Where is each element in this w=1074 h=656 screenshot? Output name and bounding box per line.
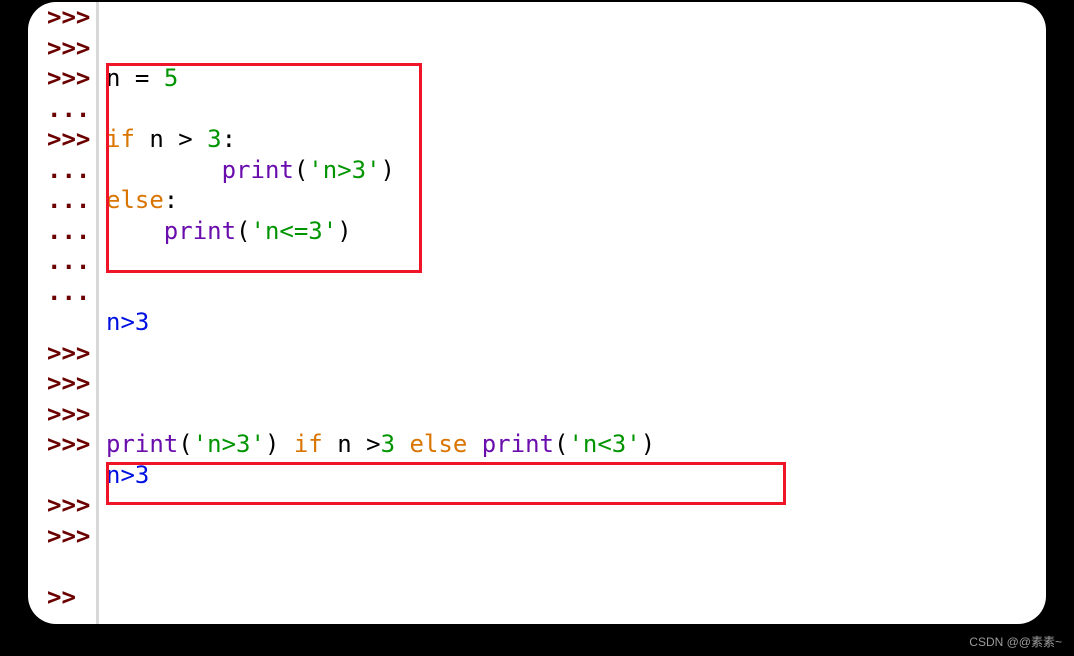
prompt: >>> xyxy=(28,63,96,94)
terminal-line: ... xyxy=(28,94,1046,125)
terminal-line: >>> xyxy=(28,33,1046,64)
token: n xyxy=(106,64,135,92)
token: 'n<=3' xyxy=(251,217,338,245)
prompt: >>> xyxy=(28,124,96,155)
terminal-content[interactable]: >>>>>>>>>n = 5...>>>if n > 3:... print('… xyxy=(28,2,1046,612)
prompt: >>> xyxy=(28,521,96,552)
token: 3 xyxy=(207,125,221,153)
token: else xyxy=(409,430,481,458)
prompt: >>> xyxy=(28,399,96,430)
token: ( xyxy=(554,430,568,458)
prompt: >>> xyxy=(28,33,96,64)
code-text: print('n>3') if n >3 else print('n<3') xyxy=(96,429,655,460)
prompt: >>> xyxy=(28,2,96,33)
prompt: ... xyxy=(28,246,96,277)
prompt: >>> xyxy=(28,429,96,460)
code-text: n>3 xyxy=(96,307,149,338)
terminal-line: >> xyxy=(28,582,1046,613)
code-text: if n > 3: xyxy=(96,124,236,155)
token: 'n>3' xyxy=(308,156,380,184)
token xyxy=(106,156,222,184)
token: ) xyxy=(265,430,294,458)
code-text: print('n<=3') xyxy=(96,216,352,247)
token: ( xyxy=(294,156,308,184)
terminal-line: >>> xyxy=(28,399,1046,430)
watermark: CSDN @@素素~ xyxy=(969,633,1062,650)
code-text: n = 5 xyxy=(96,63,178,94)
token: if xyxy=(106,125,149,153)
prompt: >>> xyxy=(28,368,96,399)
prompt: ... xyxy=(28,185,96,216)
token: ) xyxy=(381,156,395,184)
token: print xyxy=(164,217,236,245)
token: n>3 xyxy=(106,461,149,489)
prompt: ... xyxy=(28,216,96,247)
terminal-line: n>3 xyxy=(28,460,1046,491)
terminal-line: >>>if n > 3: xyxy=(28,124,1046,155)
token: : xyxy=(222,125,236,153)
token: print xyxy=(482,430,554,458)
terminal-line: ... xyxy=(28,246,1046,277)
token: ) xyxy=(641,430,655,458)
token: n>3 xyxy=(106,308,149,336)
code-text: print('n>3') xyxy=(96,155,395,186)
terminal-line: >>> xyxy=(28,521,1046,552)
terminal-line: >>> xyxy=(28,368,1046,399)
token: print xyxy=(106,430,178,458)
token: ) xyxy=(337,217,351,245)
terminal-line: >>>print('n>3') if n >3 else print('n<3'… xyxy=(28,429,1046,460)
prompt: ... xyxy=(28,277,96,308)
token: 5 xyxy=(164,64,178,92)
token: ( xyxy=(178,430,192,458)
terminal-line: >>> xyxy=(28,2,1046,33)
code-text: n>3 xyxy=(96,460,149,491)
terminal-line xyxy=(28,551,1046,582)
token: : xyxy=(164,186,178,214)
token: 'n<3' xyxy=(568,430,640,458)
terminal-line: ... print('n<=3') xyxy=(28,216,1046,247)
terminal-line: ...else: xyxy=(28,185,1046,216)
token: else xyxy=(106,186,164,214)
prompt: ... xyxy=(28,94,96,125)
token: 3 xyxy=(381,430,410,458)
token: 'n>3' xyxy=(193,430,265,458)
terminal-line: ... xyxy=(28,277,1046,308)
prompt: >> xyxy=(28,582,96,613)
prompt: >>> xyxy=(28,338,96,369)
code-text: else: xyxy=(96,185,178,216)
terminal-line: >>>n = 5 xyxy=(28,63,1046,94)
prompt: ... xyxy=(28,155,96,186)
token: if xyxy=(294,430,337,458)
token: n xyxy=(337,430,366,458)
token: = xyxy=(135,64,164,92)
token xyxy=(106,217,164,245)
token: > xyxy=(366,430,380,458)
terminal-line: >>> xyxy=(28,338,1046,369)
terminal-line: >>> xyxy=(28,490,1046,521)
token: n xyxy=(149,125,178,153)
token: print xyxy=(222,156,294,184)
token: ( xyxy=(236,217,250,245)
terminal-line: ... print('n>3') xyxy=(28,155,1046,186)
prompt: >>> xyxy=(28,490,96,521)
terminal-window: >>>>>>>>>n = 5...>>>if n > 3:... print('… xyxy=(28,2,1046,624)
terminal-line: n>3 xyxy=(28,307,1046,338)
token: > xyxy=(178,125,207,153)
